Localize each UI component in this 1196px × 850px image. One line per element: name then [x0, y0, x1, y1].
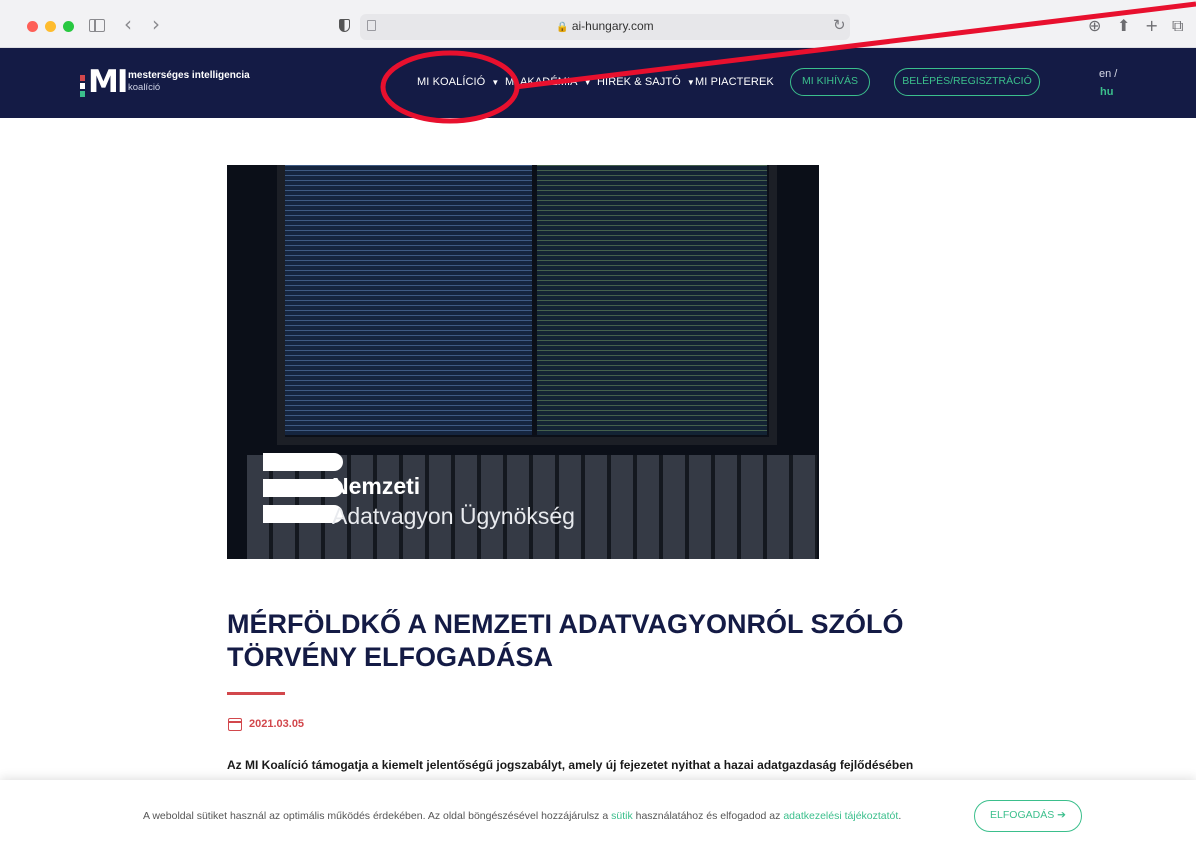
- logo-bar-green: [80, 91, 85, 97]
- login-register-button[interactable]: BELÉPÉS/REGISZTRÁCIÓ: [894, 68, 1040, 96]
- headline-divider: [227, 692, 285, 695]
- logo-bar-white: [80, 83, 85, 89]
- menu-item-mi-akademia[interactable]: MI AKADÉMIA ▼: [505, 76, 592, 88]
- logo-title: mesterséges intelligencia: [128, 70, 250, 81]
- language-hu-link[interactable]: hu: [1100, 86, 1113, 98]
- menu-label: MI KOALÍCIÓ: [417, 76, 486, 88]
- hero-title-line1: Nemzeti: [332, 473, 421, 499]
- privacy-policy-link[interactable]: adatkezelési tájékoztatót: [783, 810, 898, 822]
- logo-stripe: [263, 453, 343, 471]
- tab-overview-icon[interactable]: ⧉: [1172, 16, 1183, 36]
- cookie-text-part: A weboldal sütiket használ az optimális …: [143, 810, 612, 822]
- caret-down-icon: ▼: [491, 78, 500, 87]
- site-header: MI mesterséges intelligencia koalíció MI…: [0, 48, 1196, 118]
- lock-icon: 🔒: [556, 22, 569, 33]
- menu-label: MI PIACTEREK: [695, 76, 774, 88]
- caret-down-icon: ▼: [686, 78, 695, 87]
- logo-subtitle: koalíció: [128, 82, 161, 93]
- cookie-text-part: .: [898, 810, 902, 822]
- reload-icon[interactable]: ↻: [833, 16, 846, 34]
- nav-logo-stripes: [263, 447, 343, 547]
- article-hero-image: Nemzeti Adatvagyon Ügynökség: [227, 165, 819, 559]
- url-text: ai-hungary.com: [571, 19, 654, 33]
- logo-mark-text: MI: [88, 64, 128, 100]
- downloads-icon[interactable]: ⊕: [1088, 16, 1101, 35]
- menu-item-mi-piacterek[interactable]: MI PIACTEREK: [695, 76, 774, 88]
- address-bar-url[interactable]: 🔒 ai-hungary.com: [0, 19, 1196, 33]
- article-lead: Az MI Koalíció támogatja a kiemelt jelen…: [227, 758, 914, 772]
- cookie-text-part: használatához és elfogadod az: [632, 810, 784, 822]
- menu-item-mi-koalicio[interactable]: MI KOALÍCIÓ ▼: [417, 76, 499, 88]
- menu-label: MI AKADÉMIA: [505, 76, 578, 88]
- arrow-right-icon: ➔: [1057, 809, 1066, 821]
- mi-kihivas-button[interactable]: MI KIHÍVÁS: [790, 68, 870, 96]
- share-icon[interactable]: ⬆: [1117, 16, 1130, 35]
- logo-stripe: [263, 505, 343, 523]
- menu-item-hirek-sajto[interactable]: HÍREK & SAJTÓ ▼: [597, 76, 695, 88]
- site-logo[interactable]: MI: [80, 64, 128, 100]
- logo-bar-red: [80, 75, 85, 81]
- article-headline: MÉRFÖLDKŐ A NEMZETI ADATVAGYONRÓL SZÓLÓ …: [227, 609, 904, 672]
- laptop-bezel: [277, 165, 777, 445]
- article-date: 2021.03.05: [249, 718, 305, 730]
- logo-stripe: [263, 479, 343, 497]
- cookie-text: A weboldal sütiket használ az optimális …: [143, 810, 901, 822]
- calendar-icon: [228, 718, 242, 731]
- cookies-link[interactable]: sütik: [611, 810, 633, 822]
- menu-label: HÍREK & SAJTÓ: [597, 76, 681, 88]
- hero-title-line2: Adatvagyon Ügynökség: [332, 503, 575, 529]
- page: ‹ › 🔒 ai-hungary.com ↻ ⊕ ⬆ + ⧉ MI mesters…: [0, 0, 1196, 850]
- accept-cookies-button[interactable]: ELFOGADÁS ➔: [974, 800, 1082, 832]
- browser-toolbar: ‹ › 🔒 ai-hungary.com ↻ ⊕ ⬆ + ⧉: [0, 0, 1196, 48]
- language-en-link[interactable]: en /: [1099, 68, 1117, 80]
- caret-down-icon: ▼: [583, 78, 592, 87]
- new-tab-icon[interactable]: +: [1145, 16, 1158, 35]
- accept-label: ELFOGADÁS: [990, 809, 1055, 821]
- cookie-banner: A weboldal sütiket használ az optimális …: [0, 780, 1196, 850]
